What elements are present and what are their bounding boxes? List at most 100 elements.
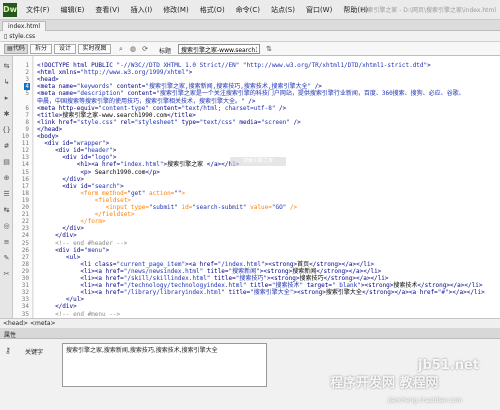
code-token: </strong></a><a href= [361, 289, 438, 297]
live-view-button[interactable]: 实时视图 [78, 44, 111, 54]
line-number: 24 [21, 232, 29, 240]
code-line[interactable]: <li><a href="/library/libraryindex.html"… [37, 289, 484, 297]
menu-item[interactable]: 编辑(E) [61, 5, 85, 15]
code-line[interactable]: </head> [37, 126, 62, 133]
menu-item[interactable]: 命令(C) [236, 5, 260, 15]
code-editor[interactable]: <!DOCTYPE html PUBLIC "-//W3C//DTD XHTML… [34, 56, 500, 318]
coding-tool-icon[interactable]: ▤ [2, 158, 11, 167]
document-tab[interactable]: index.html [2, 21, 46, 31]
line-number: 2 [25, 69, 29, 77]
refresh-icon[interactable]: ⟳ [140, 44, 150, 54]
menu-item[interactable]: 插入(I) [131, 5, 153, 15]
line-number: 29 [21, 267, 29, 275]
document-title-input[interactable] [178, 44, 260, 54]
code-line[interactable]: </div> [37, 232, 77, 239]
file-management-icon[interactable]: ⇅ [264, 44, 274, 54]
code-line[interactable]: <!DOCTYPE html PUBLIC "-//W3C//DTD XHTML… [37, 62, 431, 69]
code-line[interactable]: <fieldset> [37, 197, 131, 204]
code-token: 搜索新闻 [292, 267, 317, 275]
code-line[interactable]: </ul> [37, 296, 84, 303]
code-line[interactable]: <meta name="description" content="搜索引擎之家… [37, 90, 465, 97]
code-token: </form> [80, 218, 106, 226]
menu-item[interactable]: 文件(F) [26, 5, 50, 15]
code-line[interactable]: <div id="search"> [37, 183, 123, 190]
code-token: <input type= [105, 204, 149, 211]
code-token: "http://www.w3.org/1999/xhtml" [80, 69, 189, 77]
code-line[interactable]: <div id="header"> [37, 147, 117, 155]
code-line[interactable]: </div> [37, 225, 84, 232]
menu-item[interactable]: 修改(M) [163, 5, 189, 15]
line-number: 4 [24, 83, 30, 91]
code-line[interactable]: <title>搜索引擎之家-www.search1990.com</title> [37, 112, 196, 119]
coding-tool-icon[interactable]: {} [2, 126, 11, 135]
code-token: "header" [83, 147, 113, 155]
code-token: <form method= [80, 189, 128, 197]
code-line[interactable]: <form method="get" action=""> [37, 190, 185, 197]
code-token: "搜索引擎大全" [250, 289, 294, 297]
coding-tool-icon[interactable]: ≡ [2, 238, 11, 247]
code-line[interactable]: <h1><a href="index.html">搜索引擎之家 </a></h1… [37, 161, 239, 168]
code-line[interactable]: <!-- end #menu --> [37, 311, 120, 318]
line-number: 3 [25, 76, 29, 84]
coding-tool-icon[interactable]: ⇆ [2, 62, 11, 71]
coding-tool-icon[interactable]: ✎ [2, 254, 11, 263]
coding-tool-icon[interactable]: ⊕ [2, 174, 11, 183]
code-token: id= [177, 204, 193, 211]
code-token: "搜索技巧" [235, 275, 267, 282]
code-line[interactable]: </form> [37, 218, 106, 226]
code-line[interactable]: <meta http-equiv="content-type" content=… [37, 105, 286, 112]
coding-tool-icon[interactable]: ◎ [2, 222, 11, 231]
code-line[interactable]: <p> Search1990.com</p> [37, 168, 160, 176]
code-token: 搜索引擎之家 [167, 161, 207, 169]
code-token: </p> [145, 168, 160, 176]
code-line[interactable]: <html xmlns="http://www.w3.org/1999/xhtm… [37, 69, 192, 76]
inspect-icon[interactable]: ⌕ [116, 44, 126, 54]
code-token: "text/html; charset=utf-8" [181, 104, 276, 112]
code-line[interactable]: <!-- end #header --> [37, 240, 127, 247]
coding-tool-icon[interactable]: ↳ [2, 78, 11, 87]
code-line[interactable]: <div id="menu"> [37, 247, 109, 254]
coding-tool-icon[interactable]: ▸ [2, 94, 11, 103]
coding-tool-icon[interactable]: ✂ [2, 270, 11, 279]
code-line[interactable]: </div> [37, 303, 77, 310]
code-token: ><strong> [293, 289, 326, 297]
line-number: 34 [21, 303, 29, 311]
code-line[interactable]: <input type="submit" id="search-submit" … [37, 204, 298, 211]
coding-tool-icon[interactable]: # [2, 142, 11, 151]
code-line[interactable]: <div id="wrapper"> [37, 140, 109, 147]
line-numbers: 1 2 3 4 5 6 7 8 9 10 11 12 13 14 15 16 17 18 19 20 21 22 23 24 2… [13, 56, 33, 318]
code-line[interactable]: </div> [37, 176, 84, 183]
code-line[interactable]: <li><a href="/news/newsindex.html" title… [37, 268, 381, 275]
line-number: 11 [21, 140, 29, 148]
menu-item[interactable]: 查看(V) [95, 5, 119, 15]
related-file-style-css[interactable]: ▯ style.css [4, 33, 35, 40]
globe-icon[interactable]: ◍ [128, 44, 138, 54]
code-line[interactable]: <li class="current_page_item"><a href="/… [37, 261, 374, 268]
code-line[interactable]: <body> [37, 133, 59, 140]
coding-tool-icon[interactable]: ✱ [2, 110, 11, 119]
line-number: 16 [21, 175, 29, 183]
menu-item[interactable]: 格式(O) [200, 5, 225, 15]
line-number: 7 [25, 111, 29, 119]
document-tab-bar: index.html [0, 20, 500, 31]
menu-item[interactable]: 窗口(W) [306, 5, 332, 15]
code-line[interactable]: <li><a href="/skill/skillindex.html" tit… [37, 275, 388, 282]
design-view-button[interactable]: 设计 [54, 44, 76, 54]
coding-tool-icon[interactable]: ↹ [2, 206, 11, 215]
code-token: > [112, 147, 117, 155]
tag-selector[interactable]: <head> <meta> [3, 320, 56, 327]
split-view-button[interactable]: 拆分 [30, 44, 52, 54]
keywords-field[interactable]: 搜索引擎之家,搜索新闻,搜索技巧,搜索技术,搜索引擎大全 [62, 343, 267, 387]
code-line[interactable]: <ul> [37, 254, 80, 261]
dreamweaver-logo: Dw [3, 3, 17, 17]
code-line[interactable]: 申晨，中国搜索等搜索引擎的使用技巧，搜索引擎相关技术，搜索引擎大全。" /> [37, 98, 255, 105]
code-line[interactable]: </fieldset> [37, 211, 135, 218]
coding-tool-icon[interactable]: ☰ [2, 190, 11, 199]
code-view-button[interactable]: ▤代码 [4, 44, 28, 54]
menu-item[interactable]: 站点(S) [271, 5, 295, 15]
code-line[interactable]: <link href="style.css" rel="stylesheet" … [37, 119, 301, 126]
